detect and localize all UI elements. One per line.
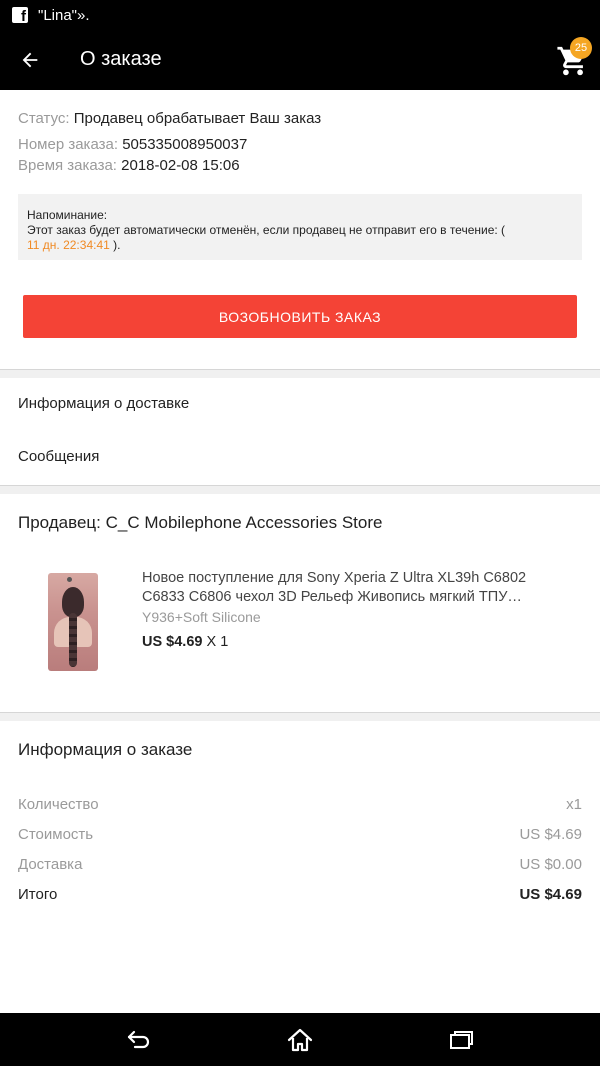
cost-value: US $4.69 [519,826,582,843]
total-label: Итого [18,886,58,903]
order-status-label: Статус: [18,110,70,127]
delivery-info-link[interactable]: Информация о доставке [0,379,600,431]
shipping-row: Доставка US $0.00 [18,856,582,876]
nav-back-button[interactable] [119,1026,159,1054]
cost-row: Стоимость US $4.69 [18,826,582,846]
section-divider [0,369,600,378]
reminder-end: ). [113,238,121,252]
product-image[interactable] [48,573,98,671]
quantity-value: x1 [566,796,582,813]
order-number-label: Номер заказа: [18,136,119,153]
shipping-label: Доставка [18,856,83,873]
product-price: US $4.69 [142,634,203,650]
camera-hole [67,577,72,582]
order-time-label: Время заказа: [18,157,117,174]
reminder-title: Напоминание: [27,208,108,222]
order-info-title: Информация о заказе [18,740,193,759]
navigation-bar [0,1013,600,1066]
quantity-row: Количество x1 [18,796,582,816]
product-variant: Y936+Soft Silicone [142,609,261,625]
order-status: Статус: Продавец обрабатывает Ваш заказ [18,110,321,127]
order-number-value: 505335008950037 [122,136,248,153]
back-arrow-icon [22,52,38,68]
product-quantity: X 1 [206,634,229,650]
cart-count-badge: 25 [570,37,592,59]
quantity-label: Количество [18,796,99,813]
section-divider [0,712,600,721]
order-status-value: Продавец обрабатывает Ваш заказ [73,110,322,127]
reminder-countdown: 11 дн. 22:34:41 [27,238,110,252]
product-title[interactable]: Новое поступление для Sony Xperia Z Ultr… [142,569,562,607]
reminder-message: Этот заказ будет автоматически отменён, … [27,223,506,237]
reminder-text: Этот заказ будет автоматически отменён, … [27,223,505,253]
delivery-info-label: Информация о доставке [18,395,190,412]
nav-recents-button[interactable] [441,1026,481,1054]
section-divider [0,485,600,494]
total-row: Итого US $4.69 [18,886,582,906]
order-summary: Статус: Продавец обрабатывает Ваш заказ … [0,90,600,370]
shipping-value: US $0.00 [519,856,582,873]
nav-home-icon [287,1028,313,1052]
app-bar: О заказе 25 [0,30,600,90]
seller-section: Продавец: C_C Mobilephone Accessories St… [0,494,600,712]
back-button[interactable] [14,44,46,76]
reminder-box: Напоминание: Этот заказ будет автоматиче… [18,194,582,260]
page-title: О заказе [80,48,162,70]
messages-link[interactable]: Сообщения [0,432,600,484]
order-number: Номер заказа: 505335008950037 [18,136,247,153]
total-value: US $4.69 [519,886,582,903]
renew-order-button[interactable]: Возобновить заказ [23,295,577,338]
facebook-icon [12,7,28,25]
order-time-value: 2018-02-08 15:06 [121,157,240,174]
nav-home-button[interactable] [280,1026,320,1054]
image-braid [69,613,77,667]
order-time: Время заказа: 2018-02-08 15:06 [18,157,240,174]
product-price-line: US $4.69 X 1 [142,634,228,650]
nav-recents-icon [450,1031,473,1049]
messages-label: Сообщения [18,448,100,465]
cost-label: Стоимость [18,826,94,843]
nav-back-icon [127,1030,150,1049]
seller-title[interactable]: Продавец: C_C Mobilephone Accessories St… [18,513,382,533]
notification-text: "Lina"». [38,6,90,24]
order-info-section: Информация о заказе Количество x1 Стоимо… [0,721,600,1013]
status-bar: "Lina"». [0,0,600,30]
